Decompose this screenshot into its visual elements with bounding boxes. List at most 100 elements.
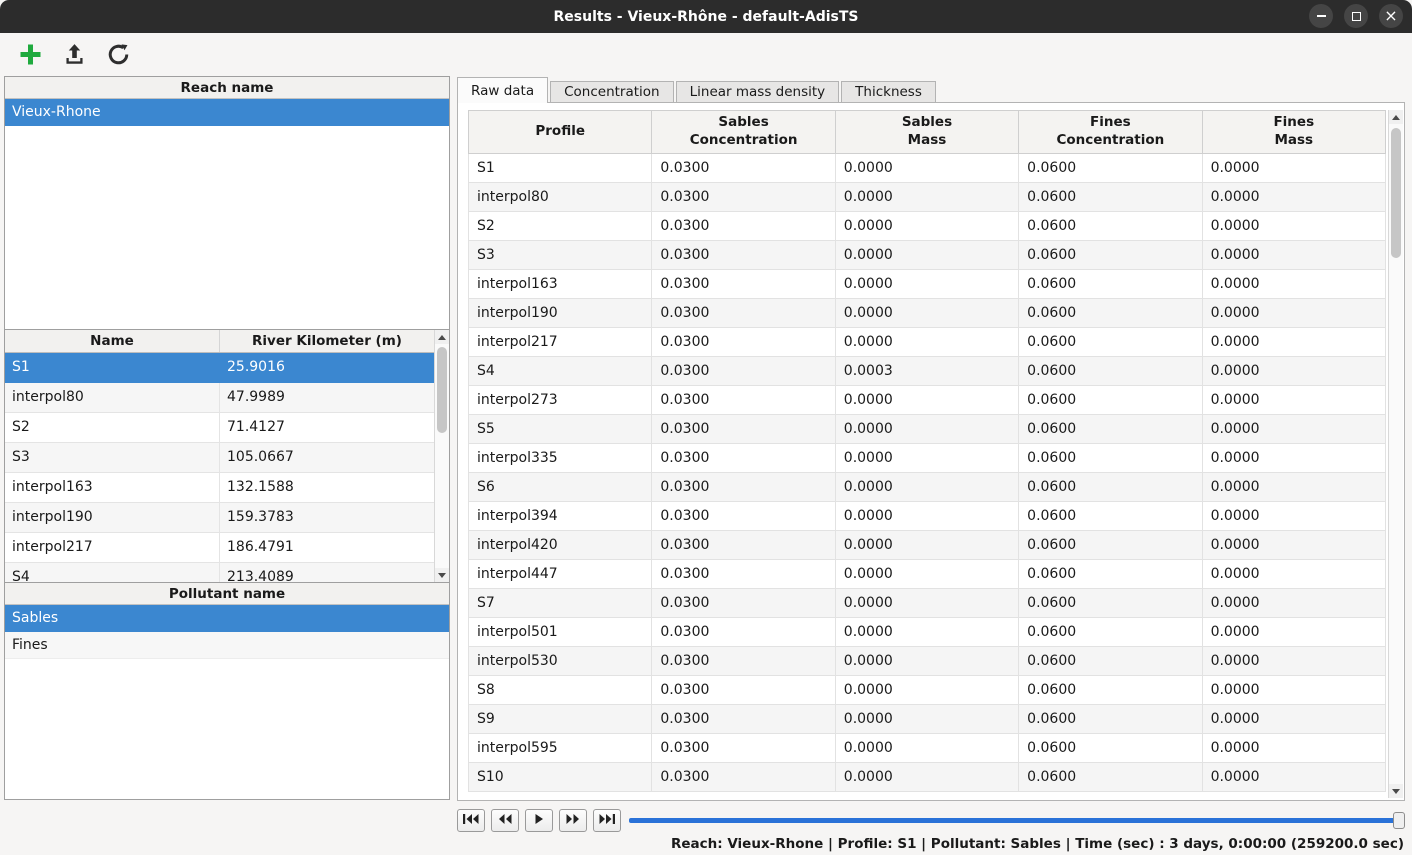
skip-first-button[interactable]: [457, 809, 485, 832]
profile-cell: 132.1588: [220, 472, 435, 502]
skip-last-button[interactable]: [593, 809, 621, 832]
results-cell: 0.0300: [652, 734, 835, 763]
profile-row[interactable]: interpol217186.4791: [5, 532, 434, 562]
results-row[interactable]: interpol5950.03000.00000.06000.0000: [469, 734, 1386, 763]
export-button[interactable]: [58, 38, 90, 70]
profile-row[interactable]: S125.9016: [5, 352, 434, 382]
time-slider-handle[interactable]: [1393, 812, 1405, 829]
results-row[interactable]: interpol2730.03000.00000.06000.0000: [469, 386, 1386, 415]
results-scroll-up-button[interactable]: [1389, 110, 1403, 124]
profiles-scrollbar-thumb[interactable]: [437, 347, 447, 433]
profile-row[interactable]: S271.4127: [5, 412, 434, 442]
minimize-button[interactable]: [1309, 4, 1333, 28]
results-row[interactable]: S90.03000.00000.06000.0000: [469, 705, 1386, 734]
results-cell: 0.0300: [652, 444, 835, 473]
results-scroll-track[interactable]: [1389, 124, 1403, 784]
tab-linear-mass-density[interactable]: Linear mass density: [676, 81, 840, 102]
results-column-header[interactable]: Profile: [469, 111, 652, 154]
tab-concentration[interactable]: Concentration: [550, 81, 674, 102]
profiles-scroll-track[interactable]: [435, 344, 449, 568]
results-cell: 0.0300: [652, 647, 835, 676]
results-cell: 0.0000: [835, 618, 1018, 647]
results-cell: 0.0600: [1019, 473, 1202, 502]
results-row[interactable]: interpol3350.03000.00000.06000.0000: [469, 444, 1386, 473]
results-cell: 0.0600: [1019, 763, 1202, 792]
results-row[interactable]: S80.03000.00000.06000.0000: [469, 676, 1386, 705]
profile-cell: interpol190: [5, 502, 220, 532]
profiles-column-name[interactable]: Name: [5, 330, 220, 352]
results-cell: 0.0000: [1202, 502, 1385, 531]
profiles-scrollbar[interactable]: [434, 330, 449, 582]
results-panel: ProfileSablesConcentrationSablesMassFine…: [457, 102, 1405, 801]
results-column-header[interactable]: FinesMass: [1202, 111, 1385, 154]
profile-row[interactable]: interpol8047.9989: [5, 382, 434, 412]
toolbar: [0, 33, 1412, 75]
results-row[interactable]: S100.03000.00000.06000.0000: [469, 763, 1386, 792]
results-row[interactable]: interpol800.03000.00000.06000.0000: [469, 183, 1386, 212]
time-slider[interactable]: [629, 809, 1405, 832]
profiles-scroll-up-button[interactable]: [435, 330, 449, 344]
results-cell: S8: [469, 676, 652, 705]
results-cell: 0.0300: [652, 212, 835, 241]
results-row[interactable]: interpol5010.03000.00000.06000.0000: [469, 618, 1386, 647]
results-cell: S10: [469, 763, 652, 792]
results-cell: interpol335: [469, 444, 652, 473]
profile-row[interactable]: interpol163132.1588: [5, 472, 434, 502]
pollutant-item[interactable]: Fines: [5, 632, 449, 659]
close-button[interactable]: ×: [1379, 4, 1403, 28]
results-cell: 0.0000: [835, 589, 1018, 618]
profile-row[interactable]: S4213.4089: [5, 562, 434, 582]
results-cell: 0.0300: [652, 589, 835, 618]
pollutant-item[interactable]: Sables: [5, 605, 449, 632]
results-row[interactable]: interpol4200.03000.00000.06000.0000: [469, 531, 1386, 560]
profiles-column-river-km[interactable]: River Kilometer (m): [220, 330, 435, 352]
results-row[interactable]: interpol2170.03000.00000.06000.0000: [469, 328, 1386, 357]
results-row[interactable]: S70.03000.00000.06000.0000: [469, 589, 1386, 618]
results-row[interactable]: interpol1630.03000.00000.06000.0000: [469, 270, 1386, 299]
tab-raw-data[interactable]: Raw data: [457, 77, 548, 103]
refresh-button[interactable]: [102, 38, 134, 70]
results-cell: 0.0000: [1202, 183, 1385, 212]
results-table-area: ProfileSablesConcentrationSablesMassFine…: [468, 110, 1386, 798]
results-cell: 0.0300: [652, 618, 835, 647]
time-slider-track[interactable]: [629, 818, 1399, 823]
results-row[interactable]: interpol3940.03000.00000.06000.0000: [469, 502, 1386, 531]
results-cell: 0.0000: [835, 473, 1018, 502]
results-cell: interpol595: [469, 734, 652, 763]
results-cell: 0.0000: [835, 328, 1018, 357]
results-column-header[interactable]: FinesConcentration: [1019, 111, 1202, 154]
tab-thickness[interactable]: Thickness: [841, 81, 936, 102]
results-row[interactable]: interpol1900.03000.00000.06000.0000: [469, 299, 1386, 328]
rewind-button[interactable]: [491, 809, 519, 832]
results-cell: S7: [469, 589, 652, 618]
reach-item[interactable]: Vieux-Rhone: [5, 99, 449, 126]
results-cell: 0.0000: [835, 444, 1018, 473]
titlebar[interactable]: Results - Vieux-Rhône - default-AdisTS ×: [0, 0, 1412, 33]
results-scrollbar-thumb[interactable]: [1391, 128, 1401, 258]
statusbar: Reach: Vieux-Rhone | Profile: S1 | Pollu…: [0, 832, 1412, 855]
results-row[interactable]: interpol5300.03000.00000.06000.0000: [469, 647, 1386, 676]
results-row[interactable]: S60.03000.00000.06000.0000: [469, 473, 1386, 502]
results-row[interactable]: S50.03000.00000.06000.0000: [469, 415, 1386, 444]
results-scroll-down-button[interactable]: [1389, 784, 1403, 798]
play-button[interactable]: [525, 809, 553, 832]
maximize-button[interactable]: [1344, 4, 1368, 28]
results-row[interactable]: S10.03000.00000.06000.0000: [469, 154, 1386, 183]
results-cell: 0.0300: [652, 531, 835, 560]
fast-forward-button[interactable]: [559, 809, 587, 832]
results-row[interactable]: S40.03000.00030.06000.0000: [469, 357, 1386, 386]
results-cell: 0.0300: [652, 705, 835, 734]
results-scrollbar[interactable]: [1388, 110, 1403, 798]
results-column-header[interactable]: SablesConcentration: [652, 111, 835, 154]
add-button[interactable]: [14, 38, 46, 70]
results-cell: 0.0300: [652, 502, 835, 531]
results-row[interactable]: S20.03000.00000.06000.0000: [469, 212, 1386, 241]
profile-row[interactable]: S3105.0667: [5, 442, 434, 472]
results-column-header[interactable]: SablesMass: [835, 111, 1018, 154]
results-row[interactable]: interpol4470.03000.00000.06000.0000: [469, 560, 1386, 589]
results-cell: interpol530: [469, 647, 652, 676]
profile-row[interactable]: interpol190159.3783: [5, 502, 434, 532]
results-cell: 0.0600: [1019, 328, 1202, 357]
results-row[interactable]: S30.03000.00000.06000.0000: [469, 241, 1386, 270]
profiles-scroll-down-button[interactable]: [435, 568, 449, 582]
